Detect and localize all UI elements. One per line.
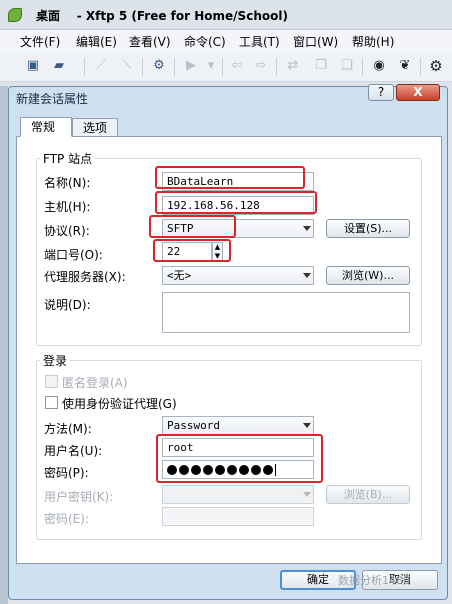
toolbar-separator (362, 58, 363, 76)
method-value: Password (167, 419, 220, 432)
window-title: 桌面 - Xftp 5 (Free for Home/School) (36, 9, 288, 23)
menu-file[interactable]: 文件(F) (20, 33, 60, 50)
paste-icon[interactable]: ❏ (338, 57, 356, 75)
leaf-icon[interactable]: ❦ (396, 57, 414, 75)
highlight-port (153, 239, 231, 262)
passphrase-label: 密码(E): (44, 512, 89, 526)
highlight-host (155, 191, 317, 214)
new-session-icon[interactable]: ▣ (24, 57, 42, 75)
login-group-title: 登录 (40, 352, 71, 369)
copy-icon[interactable]: ❐ (312, 57, 330, 75)
settings-button[interactable]: 设置(S)... (326, 219, 410, 238)
toolbar-separator (276, 58, 277, 76)
chevron-down-icon (303, 423, 311, 428)
proxy-select[interactable]: <无> (162, 266, 314, 285)
ftp-site-group-title: FTP 站点 (40, 150, 96, 167)
highlight-protocol (149, 215, 236, 238)
toolbar-separator (222, 58, 223, 76)
play-icon[interactable]: ▶ (182, 57, 200, 75)
play-dropdown-icon[interactable]: ▾ (202, 57, 220, 75)
highlight-credentials (156, 434, 323, 483)
port-label: 端口号(O): (44, 248, 103, 262)
anonymous-label: 匿名登录(A) (62, 376, 128, 390)
host-label: 主机(H): (44, 200, 91, 214)
transfer-icon[interactable]: ⇄ (284, 57, 302, 75)
forward-icon[interactable]: ⇨ (252, 57, 270, 75)
method-select[interactable]: Password (162, 416, 314, 435)
close-button[interactable]: X (396, 84, 440, 101)
chevron-down-icon (303, 492, 311, 497)
watermark: 数据分析1480 (338, 574, 410, 587)
password-label: 密码(P): (44, 466, 89, 480)
chevron-down-icon (303, 226, 311, 231)
auth-agent-checkbox[interactable] (45, 396, 58, 409)
proxy-browse-button[interactable]: 浏览(W)... (326, 266, 410, 285)
proxy-label: 代理服务器(X): (44, 270, 126, 284)
toolbar-separator (142, 58, 143, 76)
user-key-browse-button[interactable]: 浏览(B)... (326, 485, 410, 504)
anonymous-checkbox[interactable] (45, 375, 58, 388)
menu-window[interactable]: 窗口(W) (293, 33, 338, 50)
description-label: 说明(D): (44, 298, 91, 312)
tab-general[interactable]: 常规 (20, 117, 72, 137)
chevron-down-icon (303, 273, 311, 278)
highlight-name (155, 166, 305, 189)
properties-icon[interactable]: ⚙ (150, 57, 168, 75)
description-textarea[interactable] (162, 292, 410, 333)
help-button[interactable]: ? (368, 84, 394, 101)
menu-view[interactable]: 查看(V) (129, 33, 171, 50)
menu-edit[interactable]: 编辑(E) (76, 33, 117, 50)
disconnect-icon[interactable]: ⟍ (118, 57, 136, 75)
name-label: 名称(N): (44, 176, 91, 190)
settings-icon[interactable]: ⚙ (427, 57, 445, 75)
user-key-label: 用户密钥(K): (44, 490, 114, 504)
dialog-title: 新建会话属性 (16, 92, 89, 106)
menu-command[interactable]: 命令(C) (184, 33, 226, 50)
protocol-label: 协议(R): (44, 224, 90, 238)
toolbar-separator (420, 58, 421, 76)
back-icon[interactable]: ⇦ (228, 57, 246, 75)
menu-tools[interactable]: 工具(T) (239, 33, 280, 50)
method-label: 方法(M): (44, 422, 92, 436)
passphrase-input[interactable] (162, 507, 314, 526)
username-label: 用户名(U): (44, 444, 103, 458)
toolbar-separator (84, 58, 85, 76)
background-pane (0, 86, 8, 604)
tab-options[interactable]: 选项 (72, 118, 118, 138)
user-key-select[interactable] (162, 485, 314, 504)
xftp-logo-icon (8, 8, 22, 22)
toolbar-separator (174, 58, 175, 76)
connect-icon[interactable]: ⟋ (92, 57, 110, 75)
theme-icon[interactable]: ◉ (370, 57, 388, 75)
open-folder-icon[interactable]: ▰ (50, 57, 68, 75)
menu-help[interactable]: 帮助(H) (352, 33, 394, 50)
auth-agent-label: 使用身份验证代理(G) (62, 397, 177, 411)
proxy-value: <无> (167, 269, 192, 282)
